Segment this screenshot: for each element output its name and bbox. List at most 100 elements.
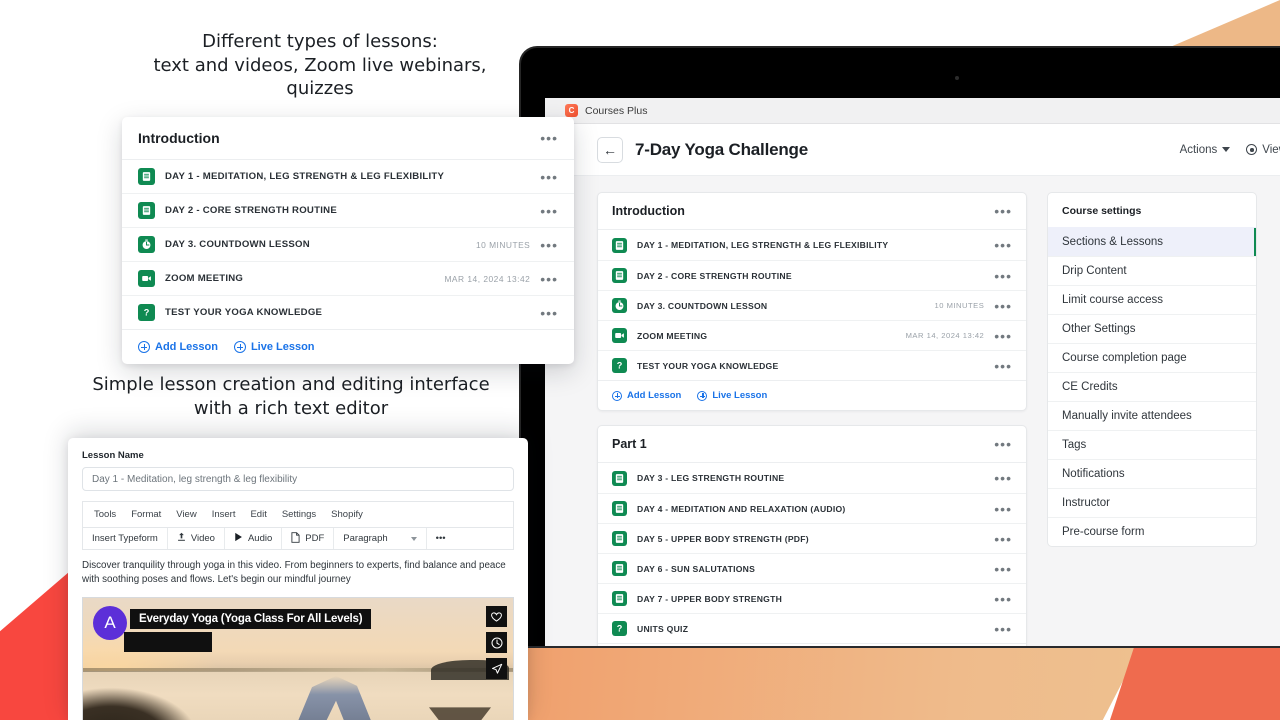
lesson-row[interactable]: DAY 3. COUNTDOWN LESSON 10 MINUTES ••• <box>122 227 574 261</box>
view-label: View <box>1262 143 1280 156</box>
lesson-row[interactable]: ZOOM MEETING MAR 14, 2024 13:42 ••• <box>122 261 574 295</box>
add-lesson-label: Add Lesson <box>627 390 682 401</box>
lesson-menu-button[interactable]: ••• <box>994 238 1012 252</box>
live-lesson-button[interactable]: Live Lesson <box>233 341 315 353</box>
lesson-row[interactable]: DAY 4 - MEDITATION AND RELAXATION (AUDIO… <box>598 493 1026 523</box>
lesson-title: DAY 2 - CORE STRENGTH ROUTINE <box>637 270 792 281</box>
lesson-row[interactable]: DAY 1 - MEDITATION, LEG STRENGTH & LEG F… <box>598 230 1026 260</box>
lesson-row[interactable]: ? TEST YOUR YOGA KNOWLEDGE ••• <box>122 295 574 329</box>
view-button[interactable]: View <box>1246 144 1280 156</box>
lesson-row-right: ••• <box>984 359 1012 373</box>
lesson-menu-button[interactable]: ••• <box>994 269 1012 283</box>
lesson-row[interactable]: DAY 6 - SUN SALUTATIONS ••• <box>598 553 1026 583</box>
lesson-menu-button[interactable]: ••• <box>540 238 558 252</box>
settings-item-ce-credits[interactable]: CE Credits <box>1048 372 1256 401</box>
lesson-row[interactable]: ? UNITS QUIZ ••• <box>598 613 1026 643</box>
settings-item-manually-invite-attendees[interactable]: Manually invite attendees <box>1048 401 1256 430</box>
lesson-meta: MAR 14, 2024 13:42 <box>444 273 531 284</box>
insert-pdf-button[interactable]: PDF <box>282 528 335 549</box>
sections-column: Introduction ••• DAY 1 - MEDITATION, LEG S… <box>597 192 1027 646</box>
actions-dropdown[interactable]: Actions <box>1180 144 1231 156</box>
timer-icon <box>138 236 155 253</box>
laptop-camera-icon <box>955 76 959 80</box>
document-icon <box>612 501 627 516</box>
section-menu-button[interactable]: ••• <box>994 204 1012 218</box>
editor-menu-tools[interactable]: Tools <box>94 509 116 520</box>
editor-menu-shopify[interactable]: Shopify <box>331 509 363 520</box>
add-lesson-button[interactable]: Add Lesson <box>138 341 218 353</box>
browser-tab-title[interactable]: Courses Plus <box>585 105 647 117</box>
insert-typeform-button[interactable]: Insert Typeform <box>83 528 168 549</box>
share-icon[interactable] <box>486 658 507 679</box>
editor-body-text[interactable]: Discover tranquility through yoga in thi… <box>68 550 528 587</box>
section-header: Part 1 ••• <box>598 426 1026 463</box>
lesson-menu-button[interactable]: ••• <box>540 204 558 218</box>
lesson-list: DAY 1 - MEDITATION, LEG STRENGTH & LEG F… <box>122 160 574 329</box>
lesson-row-right: ••• <box>984 592 1012 606</box>
course-settings-list: Sections & Lessons Drip Content Limit cour… <box>1048 227 1256 546</box>
lesson-row[interactable]: DAY 1 - MEDITATION, LEG STRENGTH & LEG F… <box>122 160 574 193</box>
settings-item-notifications[interactable]: Notifications <box>1048 459 1256 488</box>
lesson-menu-button[interactable]: ••• <box>994 299 1012 313</box>
lesson-menu-button[interactable]: ••• <box>994 471 1012 485</box>
live-lesson-button[interactable]: Live Lesson <box>697 390 767 401</box>
lesson-menu-button[interactable]: ••• <box>994 562 1012 576</box>
section-menu-button[interactable]: ••• <box>540 131 558 145</box>
lesson-menu-button[interactable]: ••• <box>994 532 1012 546</box>
lesson-row-right: ••• <box>984 502 1012 516</box>
section-menu-button[interactable]: ••• <box>994 437 1012 451</box>
settings-item-instructor[interactable]: Instructor <box>1048 488 1256 517</box>
add-lesson-button[interactable]: Add Lesson <box>612 390 681 401</box>
lesson-menu-button[interactable]: ••• <box>994 359 1012 373</box>
lesson-row[interactable]: DAY 3. COUNTDOWN LESSON 10 MINUTES ••• <box>598 290 1026 320</box>
editor-menu-settings[interactable]: Settings <box>282 509 316 520</box>
lesson-title: TEST YOUR YOGA KNOWLEDGE <box>165 307 323 318</box>
editor-more-button[interactable]: ••• <box>427 528 455 549</box>
settings-item-course-completion-page[interactable]: Course completion page <box>1048 343 1256 372</box>
actions-label: Actions <box>1179 143 1218 156</box>
lesson-row-right: ••• <box>984 622 1012 636</box>
editor-menu-view[interactable]: View <box>176 509 196 520</box>
video-thumbnail[interactable]: A Everyday Yoga (Yoga Class For All Leve… <box>82 597 514 720</box>
lesson-menu-button[interactable]: ••• <box>994 502 1012 516</box>
settings-item-limit-course-access[interactable]: Limit course access <box>1048 285 1256 314</box>
insert-audio-button[interactable]: Audio <box>225 528 283 549</box>
insert-video-button[interactable]: Video <box>168 528 225 549</box>
lesson-row[interactable]: DAY 5 - UPPER BODY STRENGTH (PDF) ••• <box>598 523 1026 553</box>
back-button[interactable]: ← <box>597 136 623 163</box>
lesson-row[interactable]: DAY 7 - UPPER BODY STRENGTH ••• <box>598 583 1026 613</box>
editor-menu-edit[interactable]: Edit <box>250 509 266 520</box>
thumbnail-grass <box>83 646 239 720</box>
lesson-menu-button[interactable]: ••• <box>540 306 558 320</box>
lesson-title: DAY 5 - UPPER BODY STRENGTH (PDF) <box>637 533 809 544</box>
lesson-row[interactable]: ZOOM MEETING MAR 14, 2024 13:42 ••• <box>598 320 1026 350</box>
paragraph-style-select[interactable]: Paragraph <box>334 528 427 549</box>
settings-item-drip-content[interactable]: Drip Content <box>1048 256 1256 285</box>
settings-item-sections-lessons[interactable]: Sections & Lessons <box>1048 227 1256 256</box>
editor-menu-format[interactable]: Format <box>131 509 161 520</box>
lesson-row[interactable]: DAY 2 - CORE STRENGTH ROUTINE ••• <box>598 260 1026 290</box>
lesson-menu-button[interactable]: ••• <box>540 272 558 286</box>
document-icon <box>138 168 155 185</box>
lesson-title: DAY 3. COUNTDOWN LESSON <box>637 300 768 311</box>
settings-item-tags[interactable]: Tags <box>1048 430 1256 459</box>
lesson-menu-button[interactable]: ••• <box>994 329 1012 343</box>
course-settings-card: Course settings Sections & Lessons Drip C… <box>1047 192 1257 547</box>
lesson-title: ZOOM MEETING <box>637 330 708 341</box>
decorative-orange-mid <box>520 648 1140 720</box>
laptop-lid: C Courses Plus ← 7-Day Yoga Challenge Ac… <box>521 48 1280 646</box>
settings-item-other-settings[interactable]: Other Settings <box>1048 314 1256 343</box>
lesson-menu-button[interactable]: ••• <box>994 622 1012 636</box>
watch-later-icon[interactable] <box>486 632 507 653</box>
lesson-row[interactable]: ? TEST YOUR YOGA KNOWLEDGE ••• <box>598 350 1026 380</box>
lesson-title: DAY 3 - LEG STRENGTH ROUTINE <box>637 473 785 483</box>
lesson-menu-button[interactable]: ••• <box>994 592 1012 606</box>
lesson-row[interactable]: DAY 3 - LEG STRENGTH ROUTINE ••• <box>598 463 1026 493</box>
lesson-menu-button[interactable]: ••• <box>540 170 558 184</box>
settings-item-pre-course-form[interactable]: Pre-course form <box>1048 517 1256 546</box>
editor-menu-insert[interactable]: Insert <box>212 509 236 520</box>
chevron-down-icon <box>1222 147 1231 152</box>
lesson-name-input[interactable]: Day 1 - Meditation, leg strength & leg f… <box>82 467 514 491</box>
heart-icon[interactable] <box>486 606 507 627</box>
lesson-row[interactable]: DAY 2 - CORE STRENGTH ROUTINE ••• <box>122 193 574 227</box>
